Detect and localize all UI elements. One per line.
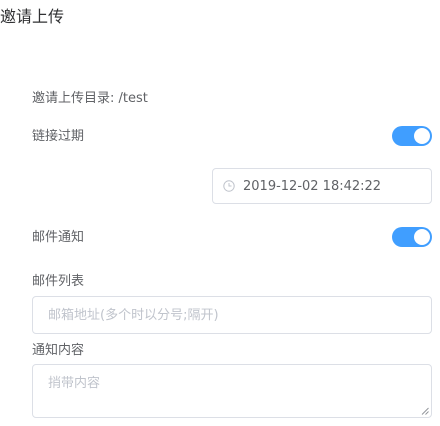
upload-directory-label: 邀请上传目录:	[32, 91, 115, 106]
email-list-field-wrapper	[32, 296, 432, 334]
switch-knob	[414, 128, 430, 144]
email-list-input[interactable]	[33, 297, 413, 333]
expiry-datetime-value: 2019-12-02 18:42:22	[243, 179, 382, 194]
link-expiry-label: 链接过期	[32, 129, 85, 144]
clock-icon	[223, 180, 235, 192]
upload-directory-row: 邀请上传目录: /test	[32, 90, 148, 108]
email-notify-label: 邮件通知	[32, 230, 85, 245]
switch-knob	[414, 229, 430, 245]
upload-directory-value: /test	[118, 91, 148, 106]
dialog-title: 邀请上传	[0, 7, 65, 26]
resize-grip-icon[interactable]	[421, 407, 429, 415]
notify-content-textarea[interactable]	[33, 365, 431, 417]
link-expiry-switch[interactable]	[392, 126, 432, 146]
expiry-datetime-picker[interactable]: 2019-12-02 18:42:22	[212, 168, 432, 204]
notify-content-field-wrapper	[32, 364, 432, 418]
email-notify-switch[interactable]	[392, 227, 432, 247]
notify-content-label: 通知内容	[32, 343, 85, 358]
email-list-label: 邮件列表	[32, 274, 85, 289]
